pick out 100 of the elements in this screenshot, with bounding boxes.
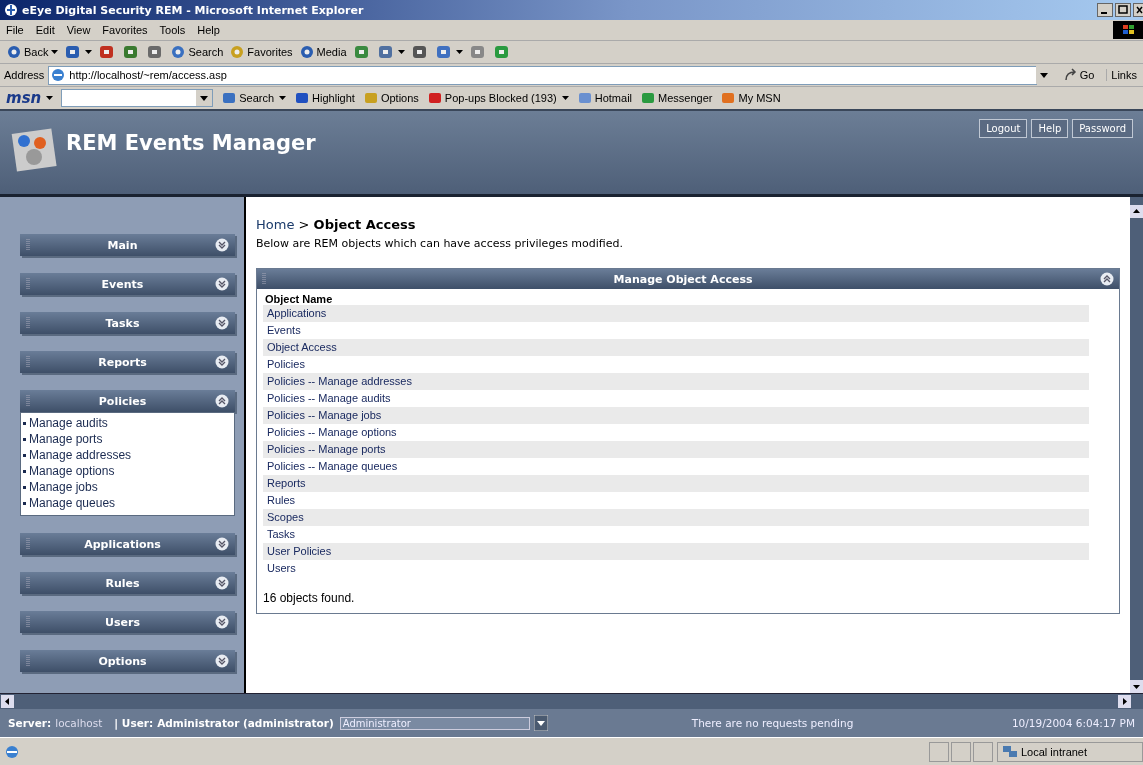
object-row[interactable]: Users [263, 560, 1089, 577]
object-row[interactable]: Tasks [263, 526, 1089, 543]
menu-item[interactable]: Help [197, 24, 220, 36]
object-row[interactable]: Policies [263, 356, 1089, 373]
object-row[interactable]: Policies -- Manage ports [263, 441, 1089, 458]
expand-chevron-icon[interactable] [215, 355, 229, 369]
horizontal-scrollbar[interactable] [0, 693, 1143, 709]
expand-chevron-icon[interactable] [215, 615, 229, 629]
collapse-chevron-icon[interactable] [215, 394, 229, 408]
header-button[interactable]: Help [1031, 119, 1069, 138]
status-pane [973, 741, 993, 762]
maximize-button[interactable] [1115, 3, 1131, 17]
sidebar-panel-header[interactable]: Reports [20, 351, 235, 373]
page-description: Below are REM objects which can have access privileges modified. [256, 237, 625, 250]
page-icon [51, 68, 66, 82]
object-row[interactable]: Policies -- Manage audits [263, 390, 1089, 407]
msn-toolbar-button[interactable]: Highlight [294, 90, 355, 106]
expand-chevron-icon[interactable] [215, 238, 229, 252]
links-button[interactable]: Links [1106, 69, 1143, 81]
grip-icon [26, 654, 30, 668]
expand-chevron-icon[interactable] [215, 277, 229, 291]
object-row[interactable]: Policies -- Manage jobs [263, 407, 1089, 424]
msn-toolbar-button[interactable]: Search [221, 90, 275, 106]
object-row[interactable]: Object Access [263, 339, 1089, 356]
grip-icon [262, 272, 266, 286]
object-row[interactable]: Applications [263, 305, 1089, 322]
toolbar-button[interactable]: Back [6, 44, 49, 60]
bullet-icon [23, 485, 26, 489]
sidebar-panel-header[interactable]: Options [20, 650, 235, 672]
object-row[interactable]: Rules [263, 492, 1089, 509]
toolbar-button[interactable]: Favorites [229, 44, 293, 60]
msn-search-field[interactable] [61, 89, 214, 107]
address-field[interactable]: http://localhost/~rem/access.asp [48, 65, 1037, 85]
msn-toolbar-button[interactable]: Hotmail [576, 90, 633, 106]
sidebar-panel-header[interactable]: Rules [20, 572, 235, 594]
header-button[interactable]: Password [1072, 119, 1133, 138]
server-label: Server: [8, 717, 52, 729]
toolbar-button[interactable]: Media [298, 44, 347, 60]
menu-item[interactable]: File [6, 24, 24, 36]
expand-chevron-icon[interactable] [215, 537, 229, 551]
expand-chevron-icon[interactable] [215, 576, 229, 590]
sidebar-panel-header[interactable]: Policies [20, 390, 235, 412]
sidebar-link[interactable]: Manage audits [29, 415, 108, 431]
object-row[interactable]: Reports [263, 475, 1089, 492]
go-button[interactable]: Go [1055, 68, 1103, 82]
breadcrumb-current: Object Access [313, 217, 416, 232]
caret-icon[interactable] [46, 96, 54, 100]
bullet-icon [23, 469, 26, 473]
expand-chevron-icon[interactable] [215, 316, 229, 330]
bullet-icon [23, 453, 26, 457]
windows-logo-icon [1113, 21, 1143, 39]
sidebar-panel-header[interactable]: Main [20, 234, 235, 256]
caret-icon[interactable] [561, 96, 569, 100]
msn-toolbar-button[interactable]: Pop-ups Blocked (193) [426, 90, 557, 106]
sidebar-panel-header[interactable]: Tasks [20, 312, 235, 334]
dropdown-arrow-icon[interactable] [533, 715, 548, 731]
sidebar-link[interactable]: Manage options [29, 463, 115, 479]
caret-icon[interactable] [279, 96, 287, 100]
go-arrow-icon [1063, 68, 1078, 82]
msn-logo[interactable]: msn [6, 89, 42, 107]
breadcrumb-link[interactable]: Home [256, 217, 295, 232]
caret-icon[interactable] [85, 50, 93, 54]
msn-toolbar-button[interactable]: Messenger [640, 90, 713, 106]
sidebar-link[interactable]: Manage jobs [29, 479, 98, 495]
object-row[interactable]: Policies -- Manage addresses [263, 373, 1089, 390]
sidebar-link[interactable]: Manage addresses [29, 447, 132, 463]
object-row[interactable]: Policies -- Manage queues [263, 458, 1089, 475]
toolbar-button[interactable]: Search [170, 44, 224, 60]
menu-item[interactable]: View [66, 24, 91, 36]
menu-item[interactable]: Favorites [102, 24, 148, 36]
app-title: REM Events Manager [66, 131, 316, 155]
menu-item[interactable]: Tools [159, 24, 186, 36]
browser-icon [4, 3, 18, 17]
header-button[interactable]: Logout [979, 119, 1028, 138]
bullet-icon [23, 501, 26, 505]
expand-chevron-icon[interactable] [215, 654, 229, 668]
object-row[interactable]: Policies -- Manage options [263, 424, 1089, 441]
msn-toolbar-button[interactable]: My MSN [720, 90, 781, 106]
object-row[interactable]: User Policies [263, 543, 1089, 560]
server-name: localhost [55, 717, 103, 729]
sidebar-panel-header[interactable]: Applications [20, 533, 235, 555]
vertical-scrollbar[interactable] [1130, 197, 1143, 693]
date-time: 10/19/2004 6:04:17 PM [1011, 717, 1135, 729]
minimize-button[interactable] [1097, 3, 1113, 17]
menu-item[interactable]: Edit [35, 24, 55, 36]
object-row[interactable]: Events [263, 322, 1089, 339]
caret-icon[interactable] [455, 50, 463, 54]
collapse-chevron-icon[interactable] [1100, 272, 1114, 286]
caret-icon[interactable] [397, 50, 405, 54]
address-label: Address [4, 69, 45, 81]
sidebar-panel-header[interactable]: Events [20, 273, 235, 295]
close-button[interactable] [1133, 3, 1143, 17]
caret-icon[interactable] [51, 50, 59, 54]
sidebar-panel-header[interactable]: Users [20, 611, 235, 633]
sidebar-link[interactable]: Manage queues [29, 495, 116, 511]
panel-header: Manage Object Access [257, 269, 1119, 289]
security-zone: Local intranet [997, 741, 1143, 762]
object-row[interactable]: Scopes [263, 509, 1089, 526]
sidebar-link[interactable]: Manage ports [29, 431, 103, 447]
msn-toolbar-button[interactable]: Options [362, 90, 419, 106]
